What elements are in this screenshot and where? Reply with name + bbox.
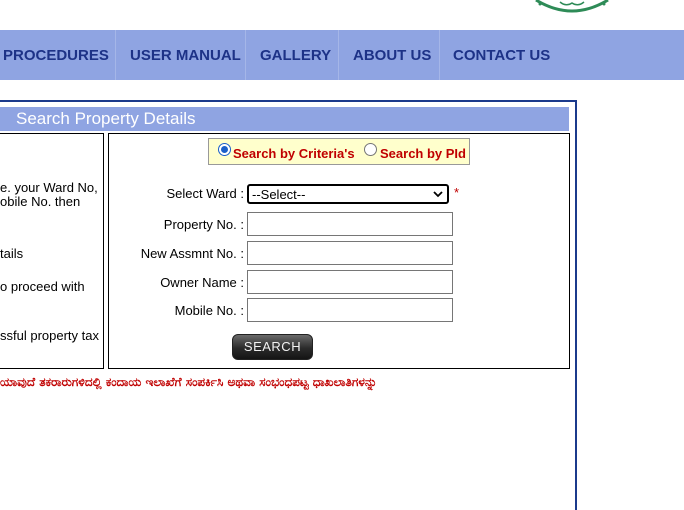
search-form-panel: Search by Criteria's Search by PId Selec…	[108, 133, 570, 369]
nav-about-us[interactable]: ABOUT US	[353, 30, 431, 80]
contact-notice: ಯಾವುದೆ ತಕರಾರುಗಳಿದಲ್ಲಿ ಕಂದಾಯ ಇಲಾಖೆಗೆ ಸಂಪರ…	[0, 375, 378, 389]
nav-separator	[245, 30, 246, 80]
instructions-panel: e. your Ward No, obile No. then tails o …	[0, 133, 104, 369]
mobile-no-label: Mobile No. :	[174, 303, 244, 318]
instruction-line: obile No. then	[0, 194, 81, 209]
owner-name-input[interactable]	[247, 270, 453, 294]
nav-gallery[interactable]: GALLERY	[260, 30, 331, 80]
property-no-label: Property No. :	[163, 217, 244, 232]
ward-label: Select Ward :	[166, 186, 244, 201]
site-logo	[532, 0, 612, 14]
instruction-line: tails	[0, 246, 24, 261]
instruction-line: e. your Ward No,	[0, 180, 98, 195]
new-assmnt-no-label: New Assmnt No. :	[140, 246, 244, 261]
nav-separator	[338, 30, 339, 80]
search-button[interactable]: SEARCH	[232, 334, 313, 360]
chevron-down-icon	[433, 191, 443, 198]
nav-procedures[interactable]: PROCEDURES	[3, 30, 109, 80]
nav-contact-us[interactable]: CONTACT US	[453, 30, 550, 80]
pid-radio-label[interactable]: Search by PId	[380, 146, 466, 161]
pid-radio[interactable]	[364, 143, 377, 156]
new-assmnt-no-input[interactable]	[247, 241, 453, 265]
mobile-no-input[interactable]	[247, 298, 453, 322]
criteria-radio[interactable]	[218, 143, 231, 156]
section-header: Search Property Details	[0, 107, 569, 131]
main-nav: PROCEDURES USER MANUAL GALLERY ABOUT US …	[0, 30, 684, 80]
instruction-line: o proceed with	[0, 279, 85, 294]
section-title: Search Property Details	[16, 109, 196, 128]
ward-select[interactable]: --Select--	[247, 184, 449, 204]
nav-separator	[115, 30, 116, 80]
property-no-input[interactable]	[247, 212, 453, 236]
criteria-radio-label[interactable]: Search by Criteria's	[233, 146, 355, 161]
instruction-line: ssful property tax	[0, 328, 99, 343]
nav-separator	[439, 30, 440, 80]
required-mark: *	[454, 185, 460, 200]
owner-name-label: Owner Name :	[160, 275, 244, 290]
nav-user-manual[interactable]: USER MANUAL	[130, 30, 241, 80]
search-mode-group: Search by Criteria's Search by PId	[208, 138, 470, 165]
ward-select-value: --Select--	[252, 187, 306, 202]
